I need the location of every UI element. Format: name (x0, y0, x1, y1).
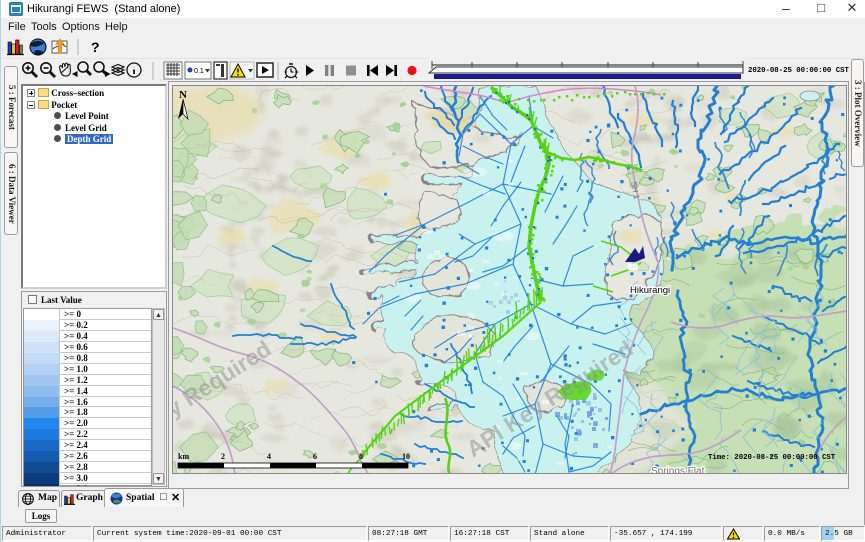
svg-text:km: km (178, 452, 189, 461)
svg-text:10: 10 (402, 452, 410, 461)
svg-text:0.1: 0.1 (194, 68, 204, 75)
svg-text:2: 2 (221, 452, 225, 461)
svg-text:8: 8 (359, 452, 363, 461)
svg-text:Hikurangi: Hikurangi (630, 285, 670, 296)
svg-text:6: 6 (313, 452, 317, 461)
svg-text:Springs Flat: Springs Flat (651, 466, 705, 474)
svg-text:4: 4 (267, 452, 271, 461)
svg-text:?: ? (91, 39, 100, 55)
svg-text:Time: 2020-08-25 00:00:00 CST: Time: 2020-08-25 00:00:00 CST (708, 454, 836, 462)
